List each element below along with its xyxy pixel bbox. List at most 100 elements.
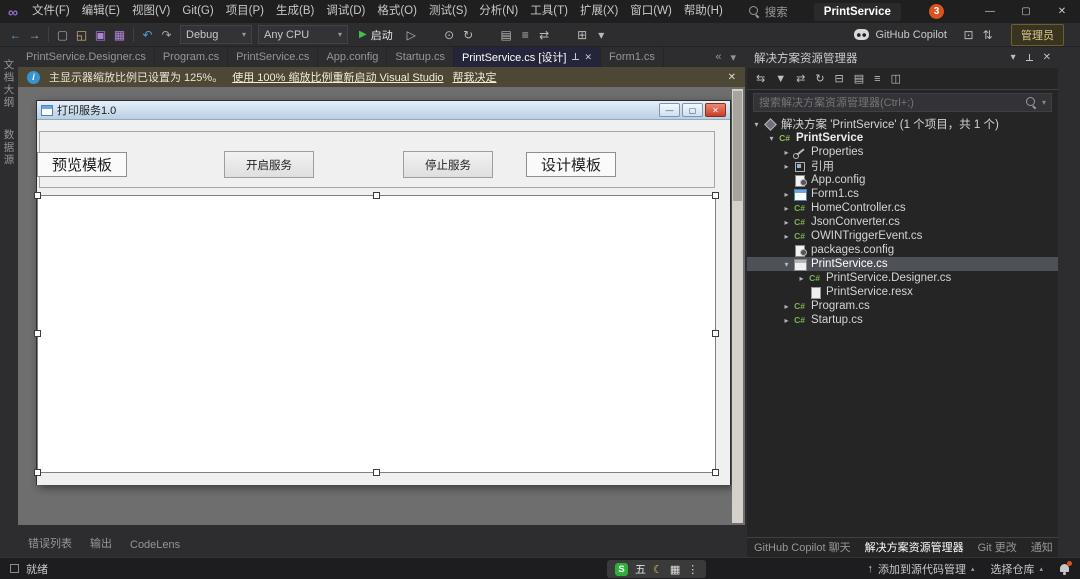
switch-views-icon[interactable]: ⇆ [756, 72, 765, 85]
toolbar-options-icon[interactable]: ▾ [592, 25, 611, 45]
start-without-debugging-icon[interactable]: ▷ [402, 25, 421, 45]
expander-icon[interactable]: ▸ [781, 148, 792, 157]
expander-icon[interactable]: ▸ [781, 232, 792, 241]
save-all-icon[interactable]: ▦ [110, 25, 129, 45]
form-content-panel-selected[interactable] [37, 195, 716, 473]
ime-mode-icon[interactable]: 五 [635, 561, 646, 577]
resize-handle[interactable] [712, 469, 719, 476]
menu-item[interactable]: 编辑(E) [76, 0, 126, 23]
document-tab[interactable]: PrintService.cs [设计] ✕ [454, 47, 601, 67]
side-panel-tab[interactable]: 数据源 [2, 129, 17, 167]
tree-item[interactable]: ▾ PrintService [747, 131, 1058, 145]
tool-window-tab[interactable]: 解决方案资源管理器 [858, 538, 971, 558]
form-body[interactable]: 开启服务 停止服务 设计模板 预览模板 [37, 120, 730, 485]
window-minimize-button[interactable]: — [972, 0, 1008, 23]
bottom-panel-tab[interactable]: 输出 [82, 532, 120, 554]
menu-item[interactable]: 文件(F) [26, 0, 76, 23]
command-window-icon[interactable]: ≡ [516, 25, 535, 45]
designer-vertical-scrollbar[interactable] [732, 89, 743, 523]
menu-item[interactable]: 生成(B) [270, 0, 320, 23]
document-tab[interactable]: App.config ✕ [318, 47, 387, 67]
document-tab[interactable]: PrintService.cs ✕ [228, 47, 318, 67]
form-title-bar[interactable]: 打印服务1.0 — ▢ ✕ [37, 101, 730, 120]
scrollbar-thumb[interactable] [733, 91, 742, 201]
resize-handle[interactable] [34, 192, 41, 199]
document-tab[interactable]: Program.cs ✕ [155, 47, 228, 67]
expander-icon[interactable]: ▸ [781, 218, 792, 227]
navigate-back-icon[interactable]: ← [6, 25, 25, 45]
menu-item[interactable]: 调试(D) [320, 0, 371, 23]
tree-item[interactable]: ▾ PrintService.cs [747, 257, 1058, 271]
window-position-menu-icon[interactable]: ▾ [1011, 52, 1016, 63]
solution-search-input[interactable] [759, 97, 1021, 109]
background-tasks-icon[interactable] [10, 564, 19, 573]
expander-icon[interactable]: ▸ [781, 302, 792, 311]
navigate-forward-icon[interactable]: → [25, 25, 44, 45]
preview-selected-items-icon[interactable]: ◫ [891, 72, 901, 85]
configuration-dropdown[interactable]: Debug ▾ [180, 25, 252, 44]
menu-item[interactable]: 视图(V) [126, 0, 176, 23]
notifications-bell-icon[interactable] [1059, 563, 1070, 575]
select-repository-button[interactable]: 选择仓库 ▴ [990, 561, 1043, 577]
sync-namespaces-icon[interactable]: ⇄ [535, 25, 554, 45]
tool-window-tab[interactable]: GitHub Copilot 聊天 [747, 538, 858, 558]
toolbar-separator[interactable] [133, 27, 134, 42]
collapse-all-icon[interactable]: ⊟ [835, 72, 844, 85]
menu-item[interactable]: 分析(N) [473, 0, 524, 23]
tool-window-tab[interactable]: 通知 [1024, 538, 1060, 558]
ime-night-mode-icon[interactable]: ☾ [653, 563, 663, 576]
menu-item[interactable]: 窗口(W) [624, 0, 678, 23]
form-button[interactable]: 设计模板 [526, 152, 616, 177]
filter-icon[interactable]: ▼ [775, 73, 786, 85]
toolbar-separator[interactable] [421, 25, 440, 45]
tree-item[interactable]: ▸ JsonConverter.cs [747, 215, 1058, 229]
form-button[interactable]: 预览模板 [37, 152, 127, 177]
tree-item[interactable]: ▸ 引用 [747, 159, 1058, 173]
expander-icon[interactable]: ▸ [781, 162, 792, 171]
tool-window-tab[interactable]: Git 更改 [971, 538, 1024, 558]
toolbar-separator[interactable] [48, 27, 49, 42]
close-icon[interactable]: ✕ [584, 52, 592, 63]
redo-icon[interactable]: ↷ [157, 25, 176, 45]
resize-handle[interactable] [34, 330, 41, 337]
sogou-ime-icon[interactable]: S [615, 563, 628, 576]
undo-icon[interactable]: ↶ [138, 25, 157, 45]
menu-item[interactable]: 测试(S) [423, 0, 473, 23]
menu-item[interactable]: 项目(P) [220, 0, 270, 23]
ime-keyboard-icon[interactable]: ▦ [670, 563, 680, 576]
tree-item[interactable]: ▸ PrintService.Designer.cs [747, 271, 1058, 285]
tree-item[interactable]: ▾ 解决方案 'PrintService' (1 个项目，共 1 个) [747, 117, 1058, 131]
hot-reload-icon[interactable]: ↻ [459, 25, 478, 45]
menu-item[interactable]: Git(G) [176, 0, 219, 23]
side-panel-tab[interactable]: 文档大纲 [2, 59, 17, 109]
document-tab[interactable]: Startup.cs ✕ [387, 47, 454, 67]
start-debugging-button[interactable]: ▶ 启动 [352, 25, 400, 45]
window-maximize-button[interactable]: ▢ [1008, 0, 1044, 23]
winforms-designer-surface[interactable]: 打印服务1.0 — ▢ ✕ [18, 87, 745, 525]
close-icon[interactable]: ✕ [728, 72, 736, 83]
tree-item[interactable]: ▸ Program.cs [747, 299, 1058, 313]
properties-icon[interactable]: ≡ [874, 73, 880, 85]
expander-icon[interactable]: ▾ [751, 120, 762, 129]
designed-form[interactable]: 打印服务1.0 — ▢ ✕ [36, 100, 731, 485]
tree-item[interactable]: PrintService.resx [747, 285, 1058, 299]
form-button[interactable]: 开启服务 [224, 151, 314, 178]
live-share-icon[interactable]: ⇅ [978, 25, 997, 45]
save-icon[interactable]: ▣ [91, 25, 110, 45]
github-copilot-button[interactable]: GitHub Copilot [854, 29, 947, 41]
global-search-box[interactable]: 搜索 [737, 2, 800, 22]
resize-handle[interactable] [373, 469, 380, 476]
send-feedback-icon[interactable]: ⊡ [959, 25, 978, 45]
open-file-icon[interactable]: ◱ [72, 25, 91, 45]
menu-item[interactable]: 帮助(H) [678, 0, 729, 23]
auto-hide-pin-icon[interactable] [1025, 53, 1034, 63]
add-to-source-control-button[interactable]: ↑ 添加到源代码管理 ▴ [867, 561, 974, 577]
expander-icon[interactable]: ▸ [796, 274, 807, 283]
expander-icon[interactable]: ▸ [781, 204, 792, 213]
expander-icon[interactable]: ▸ [781, 316, 792, 325]
find-in-files-icon[interactable]: ▤ [497, 25, 516, 45]
platform-dropdown[interactable]: Any CPU ▾ [258, 25, 348, 44]
sync-with-active-document-icon[interactable]: ⇄ [796, 72, 805, 85]
resize-handle[interactable] [373, 192, 380, 199]
resize-handle[interactable] [712, 192, 719, 199]
